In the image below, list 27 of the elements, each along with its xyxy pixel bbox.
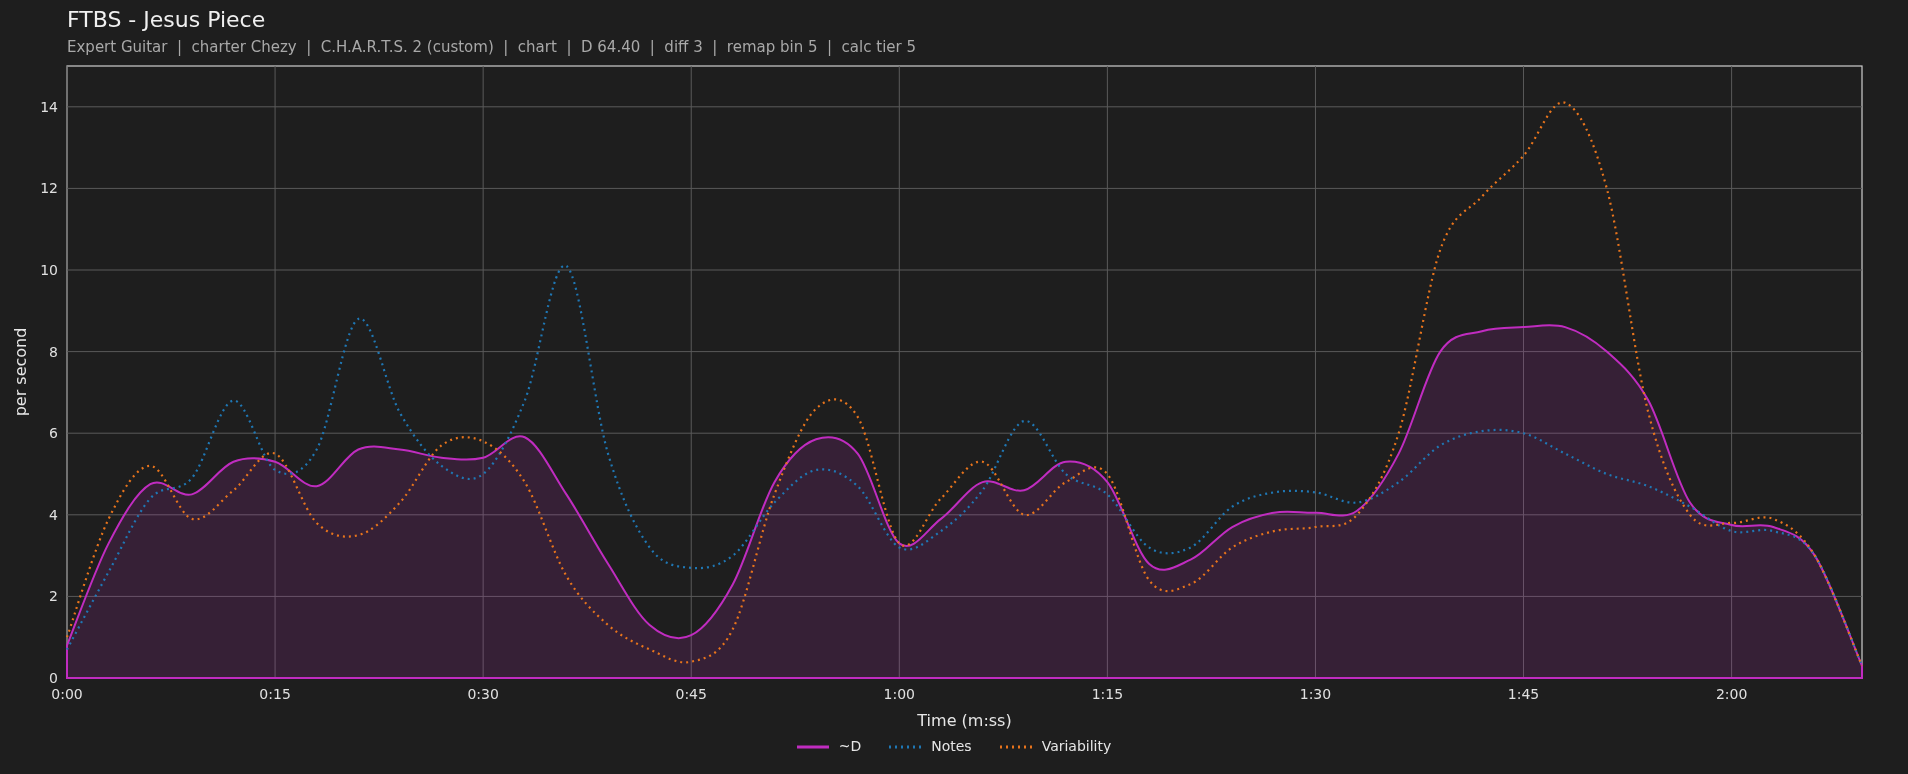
legend-label: Variability xyxy=(1041,737,1112,756)
x-tick-label: 0:45 xyxy=(675,686,707,702)
y-tick-label: 2 xyxy=(49,588,58,605)
chart-subtitle: Expert Guitar | charter Chezy | C.H.A.R.T.S. 2 (custom) | chart | D 64.40 | diff 3 | remap bin 5 | calc tier 5 xyxy=(67,37,916,57)
y-tick-label: 14 xyxy=(40,98,58,115)
legend-label: ~D xyxy=(838,737,862,756)
y-tick-label: 0 xyxy=(49,670,58,686)
y-tick-label: 10 xyxy=(40,262,58,278)
legend-label: Notes xyxy=(931,737,972,756)
y-tick-label: 12 xyxy=(40,180,58,197)
x-tick-label: 1:30 xyxy=(1299,686,1332,702)
x-tick-label: 0:30 xyxy=(467,686,499,702)
x-tick-label: 1:15 xyxy=(1091,686,1124,702)
chart-title: FTBS - Jesus Piece xyxy=(67,7,266,33)
x-tick-label: 0:00 xyxy=(51,686,83,702)
x-tick-label: 1:45 xyxy=(1507,686,1540,702)
x-tick-label: 0:15 xyxy=(259,686,291,702)
legend-line-icon xyxy=(889,744,922,749)
y-tick-label: 4 xyxy=(49,506,58,523)
y-tick-label: 8 xyxy=(49,343,58,360)
x-tick-label: 1:00 xyxy=(883,686,916,702)
y-tick-label: 6 xyxy=(49,425,58,442)
legend-line-icon xyxy=(999,744,1032,749)
y-axis-label: per second xyxy=(11,327,30,417)
legend-line-icon xyxy=(796,744,829,749)
x-axis-label: Time (m:ss) xyxy=(917,711,1012,730)
x-tick-label: 2:00 xyxy=(1715,686,1748,702)
